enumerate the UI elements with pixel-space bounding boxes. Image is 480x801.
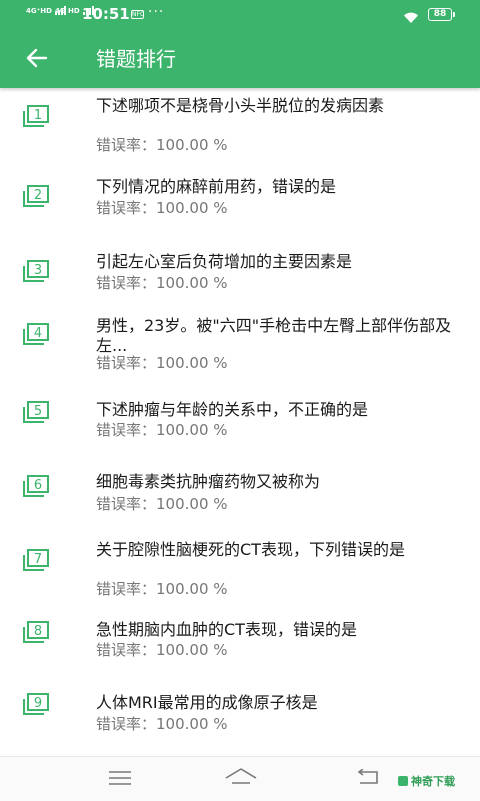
status-bar: 4G⁺HD 4G HD 10:51 NFC ··· 88	[0, 0, 480, 30]
question-text: 引起左心室后负荷增加的主要因素是	[96, 252, 353, 271]
number-badge-icon: 6	[22, 474, 52, 498]
app-header: 4G⁺HD 4G HD 10:51 NFC ··· 88 错题排行	[0, 0, 480, 88]
number-badge-icon: 5	[22, 400, 52, 424]
question-text: 细胞毒素类抗肿瘤药物又被称为	[96, 472, 321, 491]
sim1-label: 4G⁺HD	[26, 7, 52, 15]
number-badge-icon: 8	[22, 620, 52, 644]
error-rate: 错误率：100.00 %	[96, 421, 228, 439]
question-text: 下列情况的麻醉前用药，错误的是	[96, 177, 337, 196]
nfc-icon: NFC	[131, 10, 145, 19]
error-rate: 错误率：100.00 %	[96, 580, 228, 598]
question-text: 下述肿瘤与年龄的关系中，不正确的是	[96, 400, 369, 419]
wifi-icon	[403, 9, 419, 28]
question-text: 男性，23岁。被"六四"手枪击中左臀上部伴伤部及左...	[96, 316, 452, 355]
number-badge-icon: 1	[22, 104, 52, 128]
error-rate: 错误率：100.00 %	[96, 495, 228, 513]
logo-mark-icon	[398, 776, 408, 786]
item-number: 2	[34, 188, 42, 203]
item-number: 8	[34, 624, 42, 639]
item-number: 9	[34, 696, 42, 711]
back-button[interactable]	[22, 42, 54, 74]
question-text: 下述哪项不是桡骨小头半脱位的发病因素	[96, 96, 385, 115]
home-icon	[225, 768, 257, 784]
return-icon	[357, 768, 378, 784]
question-text: 急性期脑内血肿的CT表现，错误的是	[96, 620, 357, 639]
item-number: 6	[34, 478, 42, 493]
sim2-label: 4G HD	[55, 7, 80, 15]
page-title: 错题排行	[96, 47, 176, 71]
item-number: 1	[34, 108, 42, 123]
item-number: 4	[34, 326, 42, 341]
clock: 10:51	[82, 5, 130, 23]
home-button[interactable]	[224, 766, 258, 792]
error-rate: 错误率：100.00 %	[96, 136, 228, 154]
menu-button[interactable]	[108, 770, 132, 790]
error-rate: 错误率：100.00 %	[96, 641, 228, 659]
item-number: 3	[34, 263, 42, 278]
error-rate: 错误率：100.00 %	[96, 715, 228, 733]
number-badge-icon: 9	[22, 692, 52, 716]
more-notifications-icon: ···	[148, 4, 165, 20]
question-text: 人体MRI最常用的成像原子核是	[96, 693, 318, 712]
system-navigation-bar: 神奇下载	[0, 756, 480, 801]
error-rate: 错误率：100.00 %	[96, 274, 228, 292]
number-badge-icon: 4	[22, 322, 52, 346]
arrow-left-icon	[26, 48, 48, 68]
item-number: 5	[34, 404, 42, 419]
error-rate: 错误率：100.00 %	[96, 354, 228, 372]
watermark-logo: 神奇下载	[398, 773, 455, 789]
item-number: 7	[34, 552, 42, 567]
number-badge-icon: 2	[22, 184, 52, 208]
menu-icon	[109, 771, 131, 785]
number-badge-icon: 3	[22, 259, 52, 283]
error-rate: 错误率：100.00 %	[96, 199, 228, 217]
question-text: 关于腔隙性脑梗死的CT表现，下列错误的是	[96, 540, 405, 559]
number-badge-icon: 7	[22, 548, 52, 572]
battery-icon: 88	[428, 8, 455, 21]
back-nav-button[interactable]	[355, 768, 379, 791]
logo-text: 神奇下载	[411, 775, 455, 788]
